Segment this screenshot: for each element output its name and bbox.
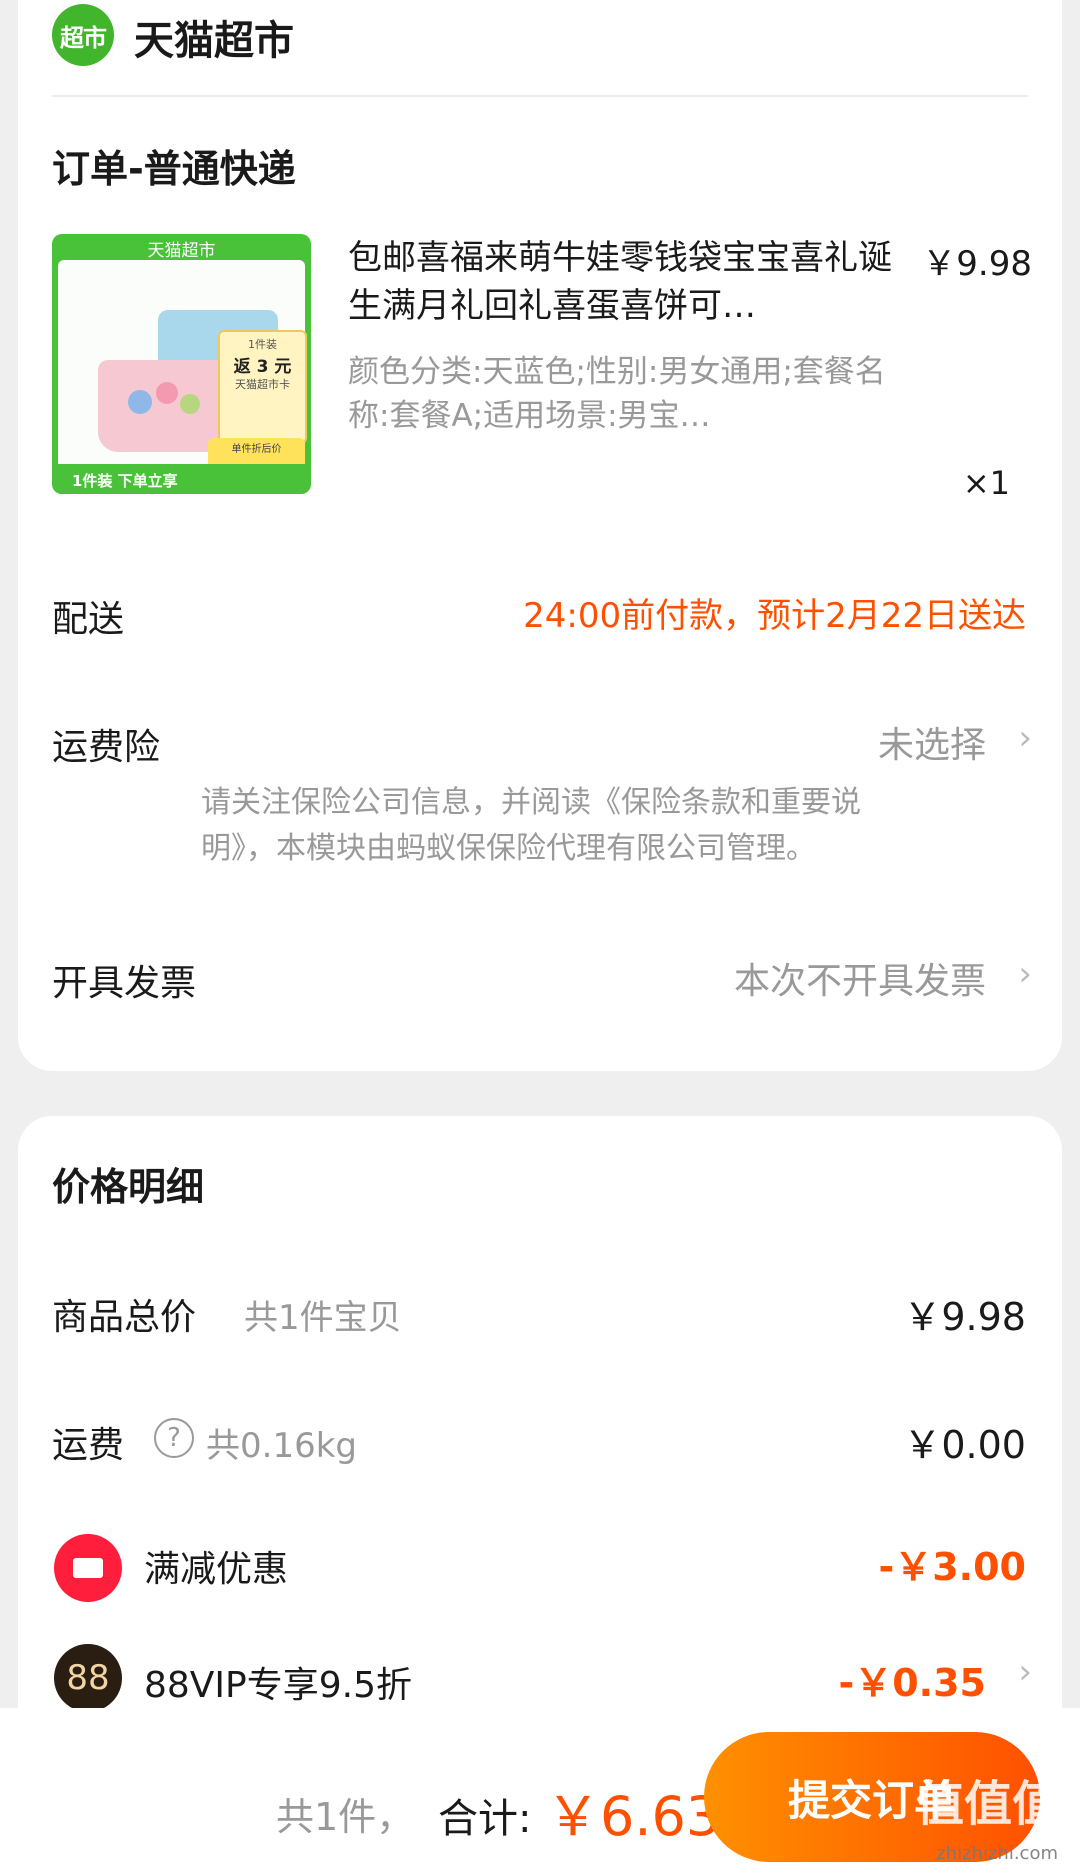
invoice-value[interactable]: 本次不开具发票 [734, 952, 986, 1004]
goods-total-value: ￥9.98 [903, 1295, 1026, 1339]
order-section-title: 订单-普通快递 [52, 147, 296, 191]
divider [52, 95, 1028, 97]
order-card: 超市 天猫超市 订单-普通快递 天猫超市 1件装 返 3 元 天猫超市卡 单件折… [18, 0, 1062, 1071]
shipping-fee-value: ￥0.00 [903, 1423, 1026, 1467]
total-label: 合计: [438, 1796, 532, 1842]
product-image[interactable]: 天猫超市 1件装 返 3 元 天猫超市卡 单件折后价 ￥10 1件装 下单立享 [52, 234, 311, 494]
product-image-bottom-text: 1件装 下单立享 [72, 472, 178, 490]
full-reduction-value: -￥3.00 [878, 1545, 1026, 1589]
vip-discount-value[interactable]: -￥0.35 [838, 1652, 986, 1707]
watermark-url: zhizhizhi.com [936, 1843, 1058, 1864]
shipping-weight: 共0.16kg [206, 1426, 357, 1466]
product-quantity: ×1 [962, 464, 1010, 502]
checkout-bar: 共1件， 合计: ￥6.63 提交订单 值值值 zhizhizhi.com [0, 1708, 1080, 1876]
item-count: 共1件， [276, 1795, 415, 1839]
product-price: ￥9.98 [922, 244, 1032, 284]
rebate-badge: 1件装 返 3 元 天猫超市卡 [218, 330, 307, 444]
product-title[interactable]: 包邮喜福来萌牛娃零钱袋宝宝喜礼诞生满月礼回礼喜蛋喜饼可… [348, 234, 908, 330]
product-image-header: 天猫超市 [147, 241, 216, 261]
shipping-insurance-label[interactable]: 运费险 [52, 718, 160, 770]
price-details-card: 价格明细 商品总价 共1件宝贝 ￥9.98 运费 ? 共0.16kg ￥0.00… [18, 1116, 1062, 1756]
vip88-icon: 88 [54, 1644, 122, 1712]
shipping-fee-label: 运费 [52, 1425, 125, 1466]
insurance-notice[interactable]: 请关注保险公司信息，并阅读《保险条款和重要说明》，本模块由蚂蚁保保险代理有限公司… [201, 780, 901, 872]
vip-discount-label[interactable]: 88VIP专享9.5折 [144, 1656, 412, 1708]
watermark: 值值值 [915, 1776, 1060, 1832]
store-name[interactable]: 天猫超市 [134, 8, 294, 66]
goods-total-label: 商品总价 [52, 1297, 197, 1338]
pink-pouch-illustration [98, 360, 228, 452]
tmall-supermarket-logo: 超市 [52, 4, 114, 66]
question-circle-icon[interactable]: ? [154, 1418, 194, 1458]
shipping-insurance-value[interactable]: 未选择 [878, 716, 986, 768]
chevron-right-icon[interactable]: › [1018, 718, 1032, 758]
price-details-title: 价格明细 [52, 1165, 205, 1209]
chevron-right-icon[interactable]: › [1018, 954, 1032, 994]
goods-count: 共1件宝贝 [244, 1298, 402, 1338]
product-specs[interactable]: 颜色分类:天蓝色;性别:男女通用;套餐名称:套餐A;适用场景:男宝… [348, 350, 908, 438]
full-reduction-label: 满减优惠 [144, 1549, 289, 1590]
chevron-right-icon[interactable]: › [1018, 1652, 1032, 1692]
delivery-estimate: 24:00前付款，预计2月22日送达 [523, 596, 1026, 636]
delivery-label: 配送 [52, 599, 125, 640]
invoice-label[interactable]: 开具发票 [52, 954, 196, 1006]
coupon-icon [54, 1534, 122, 1602]
product-image-body: 1件装 返 3 元 天猫超市卡 单件折后价 ￥10 [58, 260, 307, 494]
total-value: ￥6.63 [546, 1785, 721, 1848]
